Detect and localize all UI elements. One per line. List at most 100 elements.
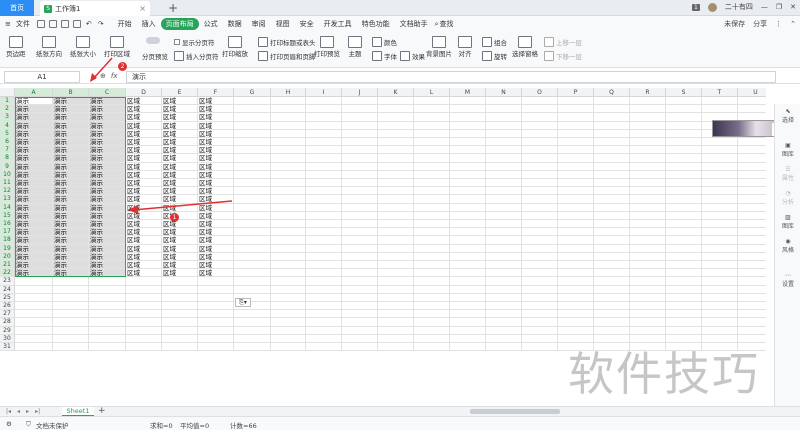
cell-f7[interactable]: 区域 bbox=[198, 146, 234, 155]
cell-b21[interactable]: 演示 bbox=[53, 261, 89, 270]
cell-i27[interactable] bbox=[306, 310, 342, 319]
cell-d8[interactable]: 区域 bbox=[126, 154, 162, 163]
cell-a20[interactable]: 演示 bbox=[15, 252, 53, 261]
cell-l16[interactable] bbox=[414, 220, 450, 229]
cell-h12[interactable] bbox=[271, 187, 306, 196]
cell-s4[interactable] bbox=[666, 121, 702, 130]
cell-r13[interactable] bbox=[630, 195, 666, 204]
cell-d28[interactable] bbox=[126, 318, 162, 327]
column-header-i[interactable]: I bbox=[306, 88, 342, 97]
cell-j19[interactable] bbox=[342, 244, 378, 253]
cell-r18[interactable] bbox=[630, 236, 666, 245]
cell-b5[interactable]: 演示 bbox=[53, 129, 89, 138]
cell-f26[interactable] bbox=[198, 302, 234, 311]
row-header[interactable]: 24 bbox=[0, 285, 15, 294]
page-break-preview-label-button[interactable]: 分页预览 bbox=[142, 51, 168, 61]
cell-d16[interactable]: 区域 bbox=[126, 220, 162, 229]
more-icon[interactable]: ⋮ bbox=[775, 20, 782, 28]
cell-c22[interactable]: 演示 bbox=[89, 269, 126, 278]
open-icon[interactable] bbox=[48, 20, 57, 28]
cell-q22[interactable] bbox=[594, 269, 630, 278]
cell-e27[interactable] bbox=[162, 310, 198, 319]
cell-m3[interactable] bbox=[450, 113, 486, 122]
cell-o20[interactable] bbox=[522, 252, 558, 261]
selection-pane-button[interactable]: 选择窗格 bbox=[512, 36, 538, 58]
cell-g27[interactable] bbox=[234, 310, 271, 319]
cell-k13[interactable] bbox=[378, 195, 414, 204]
cell-p15[interactable] bbox=[558, 211, 594, 220]
cell-g23[interactable] bbox=[234, 277, 271, 286]
cell-f19[interactable]: 区域 bbox=[198, 244, 234, 253]
cell-o7[interactable] bbox=[522, 146, 558, 155]
cell-j31[interactable] bbox=[342, 343, 378, 352]
cell-k28[interactable] bbox=[378, 318, 414, 327]
row-header[interactable]: 19 bbox=[0, 244, 15, 253]
cell-u10[interactable] bbox=[738, 171, 766, 179]
cell-j13[interactable] bbox=[342, 195, 378, 204]
cell-u19[interactable] bbox=[738, 245, 766, 253]
cell-k25[interactable] bbox=[378, 293, 414, 302]
column-header-t[interactable]: T bbox=[702, 88, 738, 97]
cell-s21[interactable] bbox=[666, 261, 702, 270]
cell-b1[interactable]: 演示 bbox=[53, 97, 89, 106]
cell-m30[interactable] bbox=[450, 334, 486, 343]
cell-q25[interactable] bbox=[594, 293, 630, 302]
cell-i8[interactable] bbox=[306, 154, 342, 163]
cell-b14[interactable]: 演示 bbox=[53, 203, 89, 212]
cell-m28[interactable] bbox=[450, 318, 486, 327]
cell-p22[interactable] bbox=[558, 269, 594, 278]
cell-o23[interactable] bbox=[522, 277, 558, 286]
cell-a4[interactable]: 演示 bbox=[15, 121, 53, 130]
cell-s28[interactable] bbox=[666, 318, 702, 327]
cell-j4[interactable] bbox=[342, 121, 378, 130]
cell-s11[interactable] bbox=[666, 179, 702, 188]
cell-t1[interactable] bbox=[702, 97, 738, 106]
cell-b20[interactable]: 演示 bbox=[53, 252, 89, 261]
cell-l25[interactable] bbox=[414, 293, 450, 302]
cell-p3[interactable] bbox=[558, 113, 594, 122]
cell-r12[interactable] bbox=[630, 187, 666, 196]
row-header[interactable]: 21 bbox=[0, 261, 15, 270]
cell-p8[interactable] bbox=[558, 154, 594, 163]
cell-a9[interactable]: 演示 bbox=[15, 162, 53, 171]
cell-h26[interactable] bbox=[271, 302, 306, 311]
cell-m22[interactable] bbox=[450, 269, 486, 278]
cell-n30[interactable] bbox=[486, 334, 522, 343]
cell-h6[interactable] bbox=[271, 138, 306, 147]
cell-g1[interactable] bbox=[234, 97, 271, 106]
cell-n26[interactable] bbox=[486, 302, 522, 311]
cell-o17[interactable] bbox=[522, 228, 558, 237]
cell-r21[interactable] bbox=[630, 261, 666, 270]
sidebar-item-gallery[interactable]: ▨ 图库 bbox=[775, 214, 800, 230]
menu-file[interactable]: 文件 bbox=[16, 19, 35, 29]
cell-l30[interactable] bbox=[414, 334, 450, 343]
cell-a24[interactable] bbox=[15, 285, 53, 294]
cell-u18[interactable] bbox=[738, 236, 766, 245]
cell-n3[interactable] bbox=[486, 113, 522, 122]
cell-f16[interactable]: 区域 bbox=[198, 220, 234, 229]
cell-o6[interactable] bbox=[522, 138, 558, 147]
cell-h19[interactable] bbox=[271, 244, 306, 253]
cell-c5[interactable]: 演示 bbox=[89, 129, 126, 138]
cell-f28[interactable] bbox=[198, 318, 234, 327]
cell-d24[interactable] bbox=[126, 285, 162, 294]
cell-a3[interactable]: 演示 bbox=[15, 113, 53, 122]
cell-h1[interactable] bbox=[271, 97, 306, 106]
cell-k26[interactable] bbox=[378, 302, 414, 311]
cell-u25[interactable] bbox=[738, 294, 766, 302]
row-header[interactable]: 9 bbox=[0, 162, 15, 171]
cell-e29[interactable] bbox=[162, 326, 198, 335]
cell-h10[interactable] bbox=[271, 170, 306, 179]
cell-e15[interactable]: 区域 bbox=[162, 211, 198, 220]
document-tab[interactable]: S 工作簿1 × bbox=[40, 1, 150, 16]
print-scale-button[interactable]: 打印缩放 bbox=[222, 36, 248, 58]
cell-i1[interactable] bbox=[306, 97, 342, 106]
cell-e7[interactable]: 区域 bbox=[162, 146, 198, 155]
cell-b9[interactable]: 演示 bbox=[53, 162, 89, 171]
cell-r20[interactable] bbox=[630, 252, 666, 261]
cell-p7[interactable] bbox=[558, 146, 594, 155]
cell-u24[interactable] bbox=[738, 286, 766, 294]
cell-a13[interactable]: 演示 bbox=[15, 195, 53, 204]
cell-l11[interactable] bbox=[414, 179, 450, 188]
cell-i25[interactable] bbox=[306, 293, 342, 302]
